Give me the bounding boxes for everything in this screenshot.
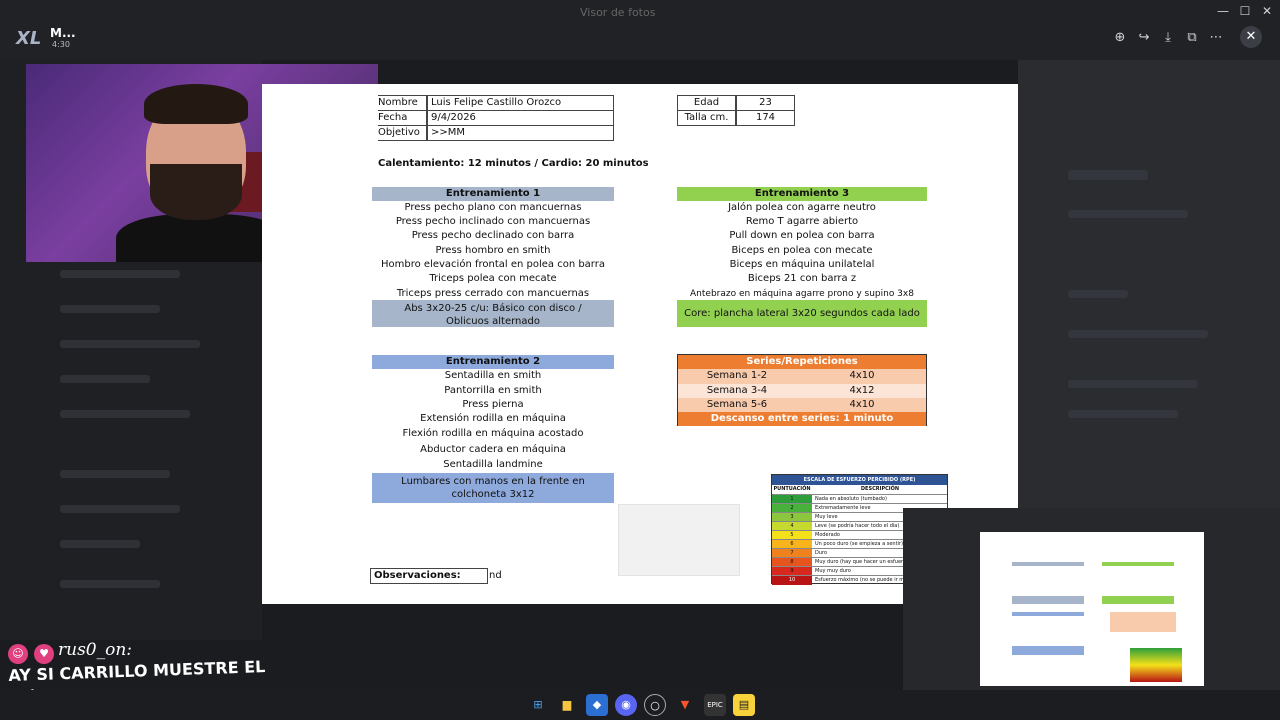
streamer-beard bbox=[150, 164, 242, 220]
zoom-in-icon[interactable]: ⊕ bbox=[1112, 30, 1128, 46]
windows-start-icon[interactable]: ⊞ bbox=[527, 694, 549, 716]
training3-core: Core: plancha lateral 3x20 segundos cada… bbox=[677, 300, 927, 327]
training2-item: Press pierna bbox=[462, 399, 524, 410]
training1-item: Hombro elevación frontal en polea con ba… bbox=[381, 259, 605, 270]
training3-item: Biceps en polea con mecate bbox=[731, 245, 873, 256]
info-label-date: Fecha bbox=[374, 110, 427, 126]
heart-badge-icon: ♥ bbox=[34, 644, 54, 664]
training2-item: Pantorrilla en smith bbox=[444, 385, 542, 396]
training1-item: Triceps press cerrado con mancuernas bbox=[396, 288, 590, 299]
training1-item: Press hombro en smith bbox=[435, 245, 551, 256]
info-value-goal: >>MM bbox=[427, 125, 614, 141]
chat-time: 4:30 bbox=[52, 40, 70, 49]
training3-item: Biceps en máquina unilatelal bbox=[729, 259, 875, 270]
store-icon[interactable]: ◆ bbox=[586, 694, 608, 716]
training1-item: Press pecho plano con mancuernas bbox=[404, 202, 582, 213]
user-icon: ☺ bbox=[8, 644, 28, 664]
streamer-body bbox=[116, 214, 286, 262]
series-rest: Descanso entre series: 1 minuto bbox=[678, 412, 926, 426]
streamer-hair bbox=[144, 84, 248, 124]
minimize-icon[interactable]: — bbox=[1214, 4, 1232, 18]
chat-contact-name: M... bbox=[50, 26, 76, 40]
training1-item: Triceps polea con mecate bbox=[429, 273, 557, 284]
stat-value-height: 174 bbox=[736, 110, 795, 126]
more-icon[interactable]: ⋯ bbox=[1208, 30, 1224, 46]
series-week: Semana 1-2 bbox=[706, 370, 768, 381]
window-title: Visor de fotos bbox=[580, 6, 656, 19]
info-value-name: Luis Felipe Castillo Orozco bbox=[427, 95, 614, 111]
observations-value: nd bbox=[489, 570, 502, 581]
stat-label-height: Talla cm. bbox=[677, 110, 736, 126]
download-icon[interactable]: ⤓ bbox=[1160, 30, 1176, 46]
training3-item: Remo T agarre abierto bbox=[745, 216, 859, 227]
series-week: Semana 3-4 bbox=[706, 385, 768, 396]
training2-item: Extensión rodilla en máquina bbox=[420, 413, 566, 424]
training1-core: Abs 3x20-25 c/u: Básico con disco / Obli… bbox=[372, 300, 614, 327]
rpe-row: 1 Nada en absoluto (tumbado) bbox=[772, 494, 947, 504]
training3-header: Entrenamiento 3 bbox=[677, 187, 927, 201]
series-reps: 4x12 bbox=[849, 385, 875, 396]
training2-item: Sentadilla en smith bbox=[444, 370, 542, 381]
taskbar bbox=[0, 690, 1280, 720]
open-external-icon[interactable]: ⧉ bbox=[1184, 30, 1200, 46]
training3-item: Biceps 21 con barra z bbox=[747, 273, 857, 284]
series-week: Semana 5-6 bbox=[706, 399, 768, 410]
training1-header: Entrenamiento 1 bbox=[372, 187, 614, 201]
training2-item: Sentadilla landmine bbox=[443, 459, 543, 470]
window-close-icon[interactable]: ✕ bbox=[1258, 4, 1276, 18]
stat-label-age: Edad bbox=[677, 95, 736, 111]
info-value-date: 9/4/2026 bbox=[427, 110, 614, 126]
training3-item: Antebrazo en máquina agarre prono y supi… bbox=[690, 289, 914, 299]
discord-icon[interactable]: ◉ bbox=[615, 694, 637, 716]
training3-item: Pull down en polea con barra bbox=[729, 230, 875, 241]
rpe-col-score: PUNTUACIÓN bbox=[773, 486, 811, 492]
rpe-col-desc: DESCRIPCIÓN bbox=[860, 486, 900, 492]
stat-value-age: 23 bbox=[736, 95, 795, 111]
right-blurred-panel bbox=[1018, 60, 1280, 510]
info-label-goal: Objetivo bbox=[374, 125, 427, 141]
series-row: Semana 1-2 4x10 bbox=[678, 369, 926, 384]
info-label-name: Nombre bbox=[374, 95, 427, 111]
series-table: Series/Repeticiones Semana 1-2 4x10 Sema… bbox=[677, 354, 927, 426]
obs-icon[interactable]: ○ bbox=[644, 694, 666, 716]
rpe-score: 10 bbox=[772, 576, 812, 585]
training1-item: Press pecho declinado con barra bbox=[411, 230, 575, 241]
series-row: Semana 5-6 4x10 bbox=[678, 398, 926, 412]
close-icon[interactable]: ✕ bbox=[1240, 26, 1262, 48]
share-icon[interactable]: ↪ bbox=[1136, 30, 1152, 46]
maximize-icon[interactable]: ☐ bbox=[1236, 4, 1254, 18]
rpe-title: ESCALA DE ESFUERZO PERCIBIDO (RPE) bbox=[772, 475, 947, 485]
warmup-text: Calentamiento: 12 minutos / Cardio: 20 m… bbox=[378, 158, 649, 169]
series-header: Series/Repeticiones bbox=[678, 355, 926, 369]
training2-core: Lumbares con manos en la frente en colch… bbox=[372, 473, 614, 503]
preview-sheet-thumbnail bbox=[980, 532, 1204, 686]
app-logo: XL bbox=[16, 28, 42, 49]
series-row: Semana 3-4 4x12 bbox=[678, 384, 926, 398]
file-explorer-icon[interactable]: ▆ bbox=[556, 694, 578, 716]
observations-label: Observaciones: bbox=[370, 568, 488, 584]
training1-item: Press pecho inclinado con mancuernas bbox=[395, 216, 591, 227]
series-reps: 4x10 bbox=[849, 399, 875, 410]
training2-item: Abductor cadera en máquina bbox=[420, 444, 566, 455]
brave-icon[interactable]: ▼ bbox=[674, 694, 696, 716]
chat-username: rus0_on: bbox=[58, 640, 133, 660]
faded-logo bbox=[618, 504, 740, 576]
series-reps: 4x10 bbox=[849, 370, 875, 381]
sticky-notes-icon[interactable]: ▤ bbox=[733, 694, 755, 716]
training2-item: Flexión rodilla en máquina acostado bbox=[402, 428, 584, 439]
training2-header: Entrenamiento 2 bbox=[372, 355, 614, 369]
training3-item: Jalón polea con agarre neutro bbox=[728, 202, 876, 213]
epic-games-icon[interactable]: EPIC bbox=[704, 694, 726, 716]
